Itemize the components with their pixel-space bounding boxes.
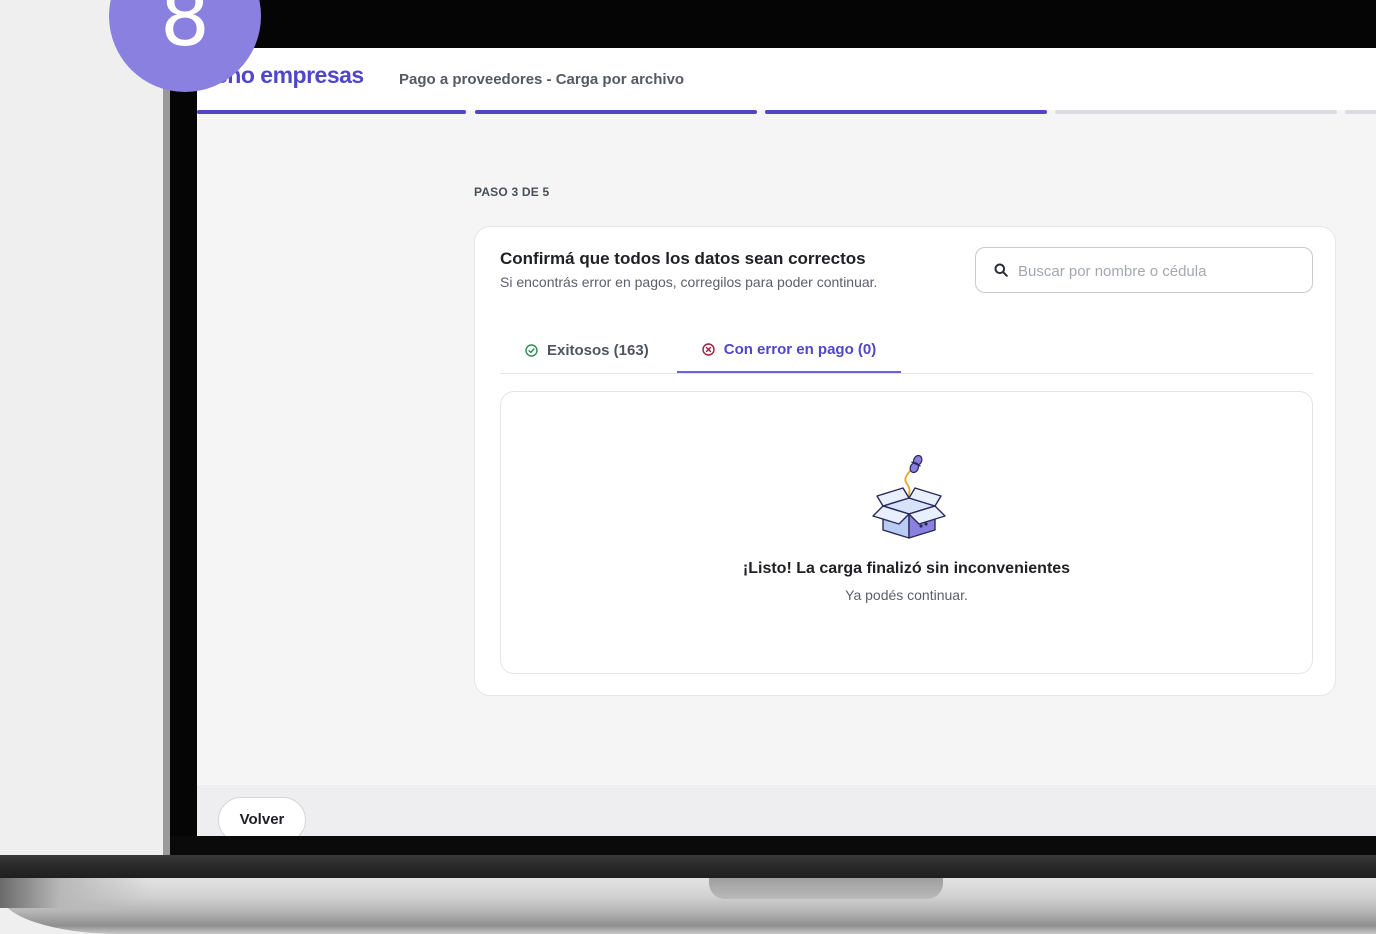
empty-state-panel: ¡Listo! La carga finalizó sin inconvenie… bbox=[500, 391, 1313, 674]
open-box-illustration bbox=[872, 454, 946, 539]
progress-segment-1 bbox=[197, 110, 466, 114]
step-number: 8 bbox=[160, 0, 210, 64]
tab-bar: Exitosos (163) Con error en pago (0) bbox=[500, 327, 1313, 374]
laptop-body bbox=[0, 878, 1376, 934]
progress-segment-3 bbox=[765, 110, 1047, 114]
search-input[interactable] bbox=[1016, 248, 1300, 294]
empty-state-title: ¡Listo! La carga finalizó sin inconvenie… bbox=[742, 560, 1071, 577]
review-card: Confirmá que todos los datos sean correc… bbox=[474, 226, 1336, 696]
progress-segment-2 bbox=[475, 110, 757, 114]
footer-bar: Volver bbox=[197, 785, 1376, 836]
x-circle-icon bbox=[702, 342, 715, 356]
search-box bbox=[975, 247, 1313, 294]
step-indicator: PASO 3 DE 5 bbox=[474, 185, 550, 199]
tab-errors[interactable]: Con error en pago (0) bbox=[677, 327, 901, 373]
laptop-notch bbox=[709, 878, 943, 899]
top-bar: eno empresas Pago a proveedores - Carga … bbox=[197, 48, 1376, 110]
tab-successful-label: Exitosos (163) bbox=[547, 341, 649, 359]
progress-segment-5 bbox=[1345, 110, 1376, 114]
tab-errors-label: Con error en pago (0) bbox=[723, 340, 877, 358]
card-subtitle: Si encontrás error en pagos, corregilos … bbox=[500, 274, 878, 290]
empty-state-subtitle: Ya podés continuar. bbox=[845, 587, 968, 603]
back-button[interactable]: Volver bbox=[218, 797, 306, 836]
progress-segment-4 bbox=[1055, 110, 1337, 114]
check-circle-icon bbox=[525, 343, 538, 357]
page-title: Pago a proveedores - Carga por archivo bbox=[399, 71, 685, 88]
app-screen: eno empresas Pago a proveedores - Carga … bbox=[197, 48, 1376, 836]
card-title: Confirmá que todos los datos sean correc… bbox=[500, 249, 866, 268]
search-icon bbox=[994, 263, 1008, 277]
laptop-body-shade bbox=[0, 878, 150, 908]
tab-successful[interactable]: Exitosos (163) bbox=[525, 327, 649, 373]
